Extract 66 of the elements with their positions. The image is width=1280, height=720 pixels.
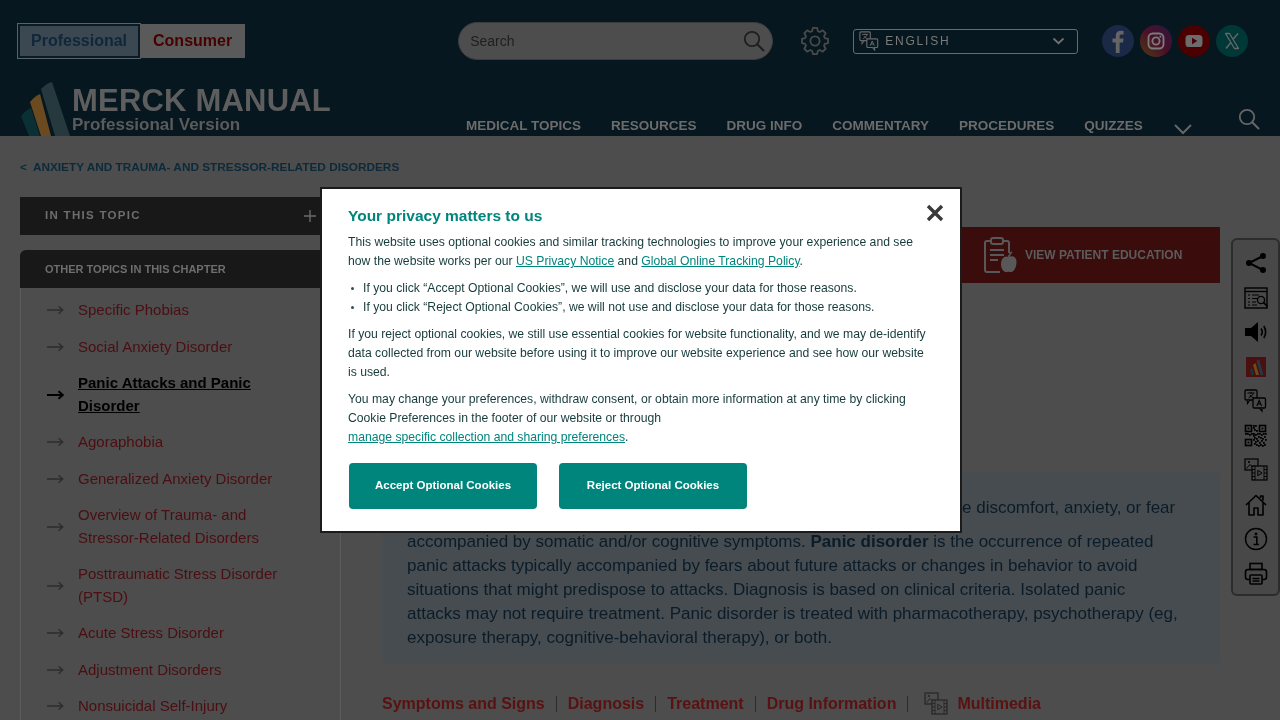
topic-link[interactable]: Nonsuicidal Self-Injury	[78, 695, 228, 718]
facebook-icon[interactable]	[1102, 25, 1135, 57]
topic-link[interactable]: Acute Stress Disorder	[78, 622, 224, 645]
topic-link[interactable]: Adjustment Disorders	[78, 658, 222, 681]
dialog-bullet-text: If you click “Reject Optional Cookies”, we will not use and disclose your data for those reasons.	[363, 299, 875, 316]
video-play-icon[interactable]	[1178, 25, 1211, 57]
breadcrumb-link[interactable]: < ANXIETY AND TRAUMA- AND STRESSOR-RELATED DISORDERS	[20, 160, 400, 174]
dialog-text: This website uses optional cookies and similar tracking technologies to improve your experience and see how the website works per our US Privacy Notice and Global Online Tracking Policy.	[348, 234, 914, 270]
nav-link[interactable]: RESOURCES	[611, 117, 697, 135]
nav-link[interactable]: COMMENTARY	[832, 117, 930, 135]
nav-link[interactable]: MEDICAL TOPICS	[466, 117, 581, 135]
info-icon[interactable]	[1243, 527, 1268, 551]
image-video-icon	[924, 692, 949, 715]
print-icon[interactable]	[1243, 561, 1268, 586]
chevron-down-icon	[1052, 37, 1066, 45]
dialog-bullet-text: If you click “Accept Optional Cookies”, we will use and disclose your data for those reasons.	[363, 280, 857, 297]
image-video-icon[interactable]	[1243, 458, 1268, 482]
topic-link[interactable]: Social Anxiety Disorder	[78, 335, 233, 358]
qr-code-icon[interactable]	[1243, 423, 1268, 448]
settings-icon[interactable]	[800, 26, 831, 56]
clipboard-apple-icon	[983, 236, 1017, 274]
dialog-text: You may change your preferences, withdraw consent, or obtain more information at any time by clicking Cookie Preferences in the footer of our website or through manage specific collection and sharing preferences.	[348, 391, 907, 446]
topic-link[interactable]: Specific Phobias	[78, 299, 189, 322]
search-icon[interactable]	[1238, 108, 1260, 130]
logo-stripes-icon[interactable]	[20, 82, 70, 136]
section-link[interactable]: Multimedia	[919, 692, 1041, 715]
nav-link[interactable]: QUIZZES	[1084, 117, 1143, 135]
bullet-icon	[351, 287, 354, 290]
logo-title[interactable]: MERCK MANUAL	[72, 86, 331, 116]
list-search-icon[interactable]	[1243, 285, 1268, 310]
cookie-button[interactable]: Accept Optional Cookies	[349, 463, 537, 509]
section-link[interactable]: Treatment	[667, 694, 744, 713]
summary-text: accompanied by somatic and/or cognitive symptoms. Panic disorder is the occurrence of repeated panic attacks typically accompanied by fears about future attacks or changes in behavior to avoid situations that might predispose to attacks. Diagnosis is based on clinical criteria. Isolated panic attacks may not require treatment. Panic disorder is treated with pharmacotherapy, psychotherapy (eg, exposure therapy, cognitive-behavioral therapy), or both.	[407, 531, 1179, 649]
close-icon[interactable]	[926, 204, 944, 222]
topic-link[interactable]: Generalized Anxiety Disorder	[78, 467, 273, 490]
share-icon[interactable]	[1243, 251, 1268, 275]
audience-tab[interactable]: Consumer	[140, 24, 246, 58]
dialog-title: Your privacy matters to us	[348, 206, 544, 226]
x-logo-icon[interactable]	[1216, 25, 1249, 57]
translate-icon[interactable]	[1243, 389, 1268, 413]
section-link[interactable]: Diagnosis	[567, 694, 645, 713]
summary-text: e discomfort, anxiety, or fear	[962, 497, 1177, 519]
logo-tile-icon[interactable]	[1243, 354, 1268, 379]
speaker-icon[interactable]	[1243, 320, 1268, 344]
section-link[interactable]: Drug Information	[766, 694, 897, 713]
policy-link[interactable]: US Privacy Notice	[516, 254, 615, 268]
instagram-icon[interactable]	[1140, 25, 1173, 57]
section-link[interactable]: Symptoms and Signs	[382, 694, 545, 713]
logo-subtitle[interactable]: Professional Version	[72, 116, 331, 134]
cookie-button[interactable]: Reject Optional Cookies	[559, 463, 747, 509]
home-icon[interactable]	[1243, 492, 1268, 517]
policy-link[interactable]: Global Online Tracking Policy	[641, 254, 800, 268]
dialog-text: If you reject optional cookies, we still use essential cookies for website functionality, and we may de-identify data collected from our website before using it to improve our website experience and see how our website is used.	[348, 326, 927, 381]
language-select[interactable]: ENGLISH	[853, 28, 1079, 54]
patient-education-button[interactable]: VIEW PATIENT EDUCATION	[962, 227, 1220, 283]
topic-link[interactable]: Posttraumatic Stress Disorder (PTSD)	[78, 563, 293, 608]
plus-icon[interactable]	[304, 210, 316, 222]
search-icon[interactable]	[743, 30, 766, 52]
topic-link[interactable]: Agoraphobia	[78, 431, 164, 454]
nav-link[interactable]: DRUG INFO	[726, 117, 803, 135]
chevron-down-icon[interactable]	[1172, 123, 1193, 135]
nav-link[interactable]: PROCEDURES	[959, 117, 1055, 135]
bullet-icon	[351, 306, 354, 309]
translate-icon	[859, 31, 880, 51]
topic-link[interactable]: Panic Attacks and Panic Disorder	[78, 372, 293, 417]
topic-link[interactable]: Overview of Trauma- and Stressor-Related Disorders	[78, 504, 293, 549]
